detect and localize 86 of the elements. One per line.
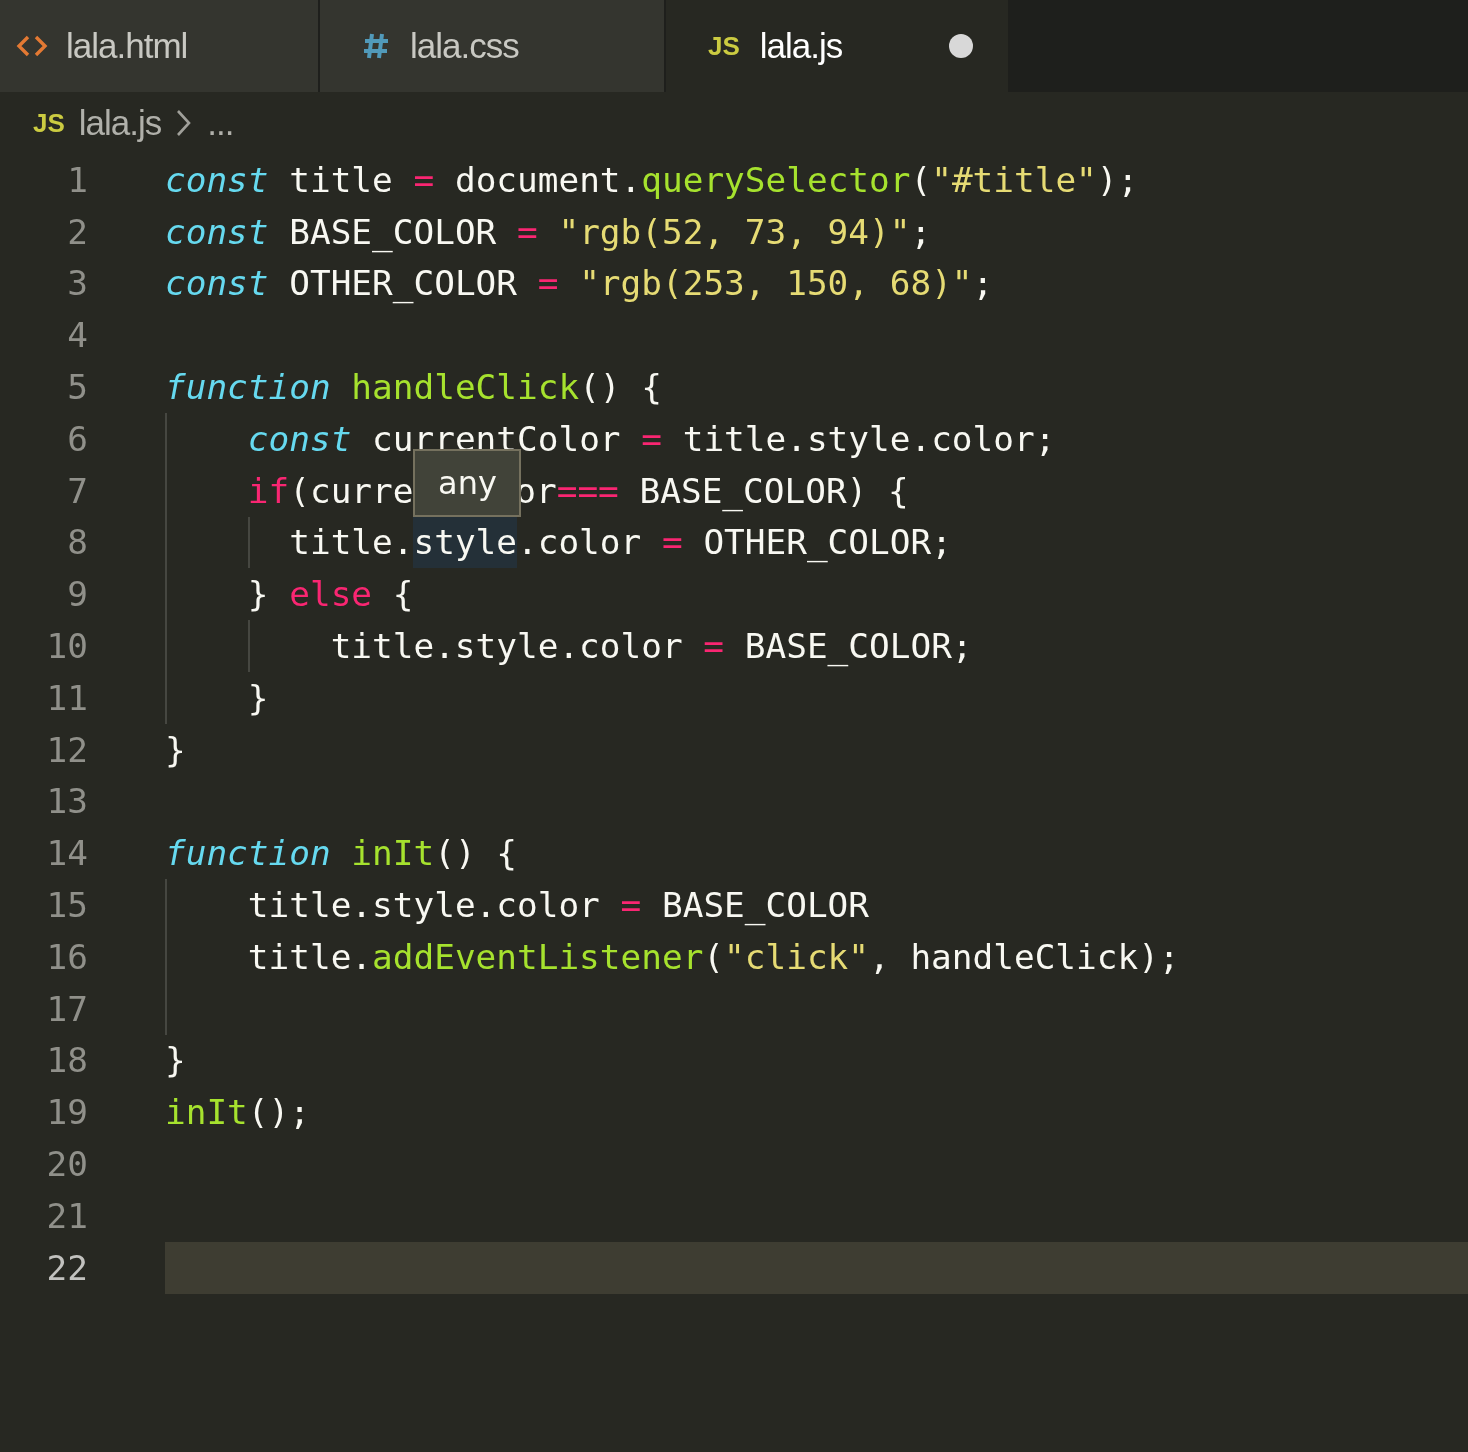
code-text: OTHER_COLOR;: [703, 522, 952, 563]
line-number: 19: [45, 1092, 88, 1133]
operator: =: [537, 263, 559, 304]
line-number: 15: [45, 885, 88, 926]
keyword: const: [165, 211, 269, 252]
breadcrumb-more[interactable]: ...: [207, 103, 234, 143]
string-literal: "rgb(52, 73, 94)": [558, 211, 911, 252]
function-name: addEventListener: [372, 936, 704, 977]
operator: ===: [556, 470, 619, 511]
operator: =: [517, 211, 538, 252]
code-text: ();: [247, 1092, 310, 1133]
function-name: querySelector: [641, 159, 911, 200]
string-literal: "#title": [931, 159, 1097, 200]
file-tab[interactable]: JS lala.js: [666, 0, 1008, 92]
line-number: 18: [45, 1040, 88, 1081]
code-text: title.style.color: [247, 885, 601, 926]
file-tab[interactable]: lala.html: [0, 0, 318, 92]
operator: =: [413, 159, 435, 200]
string-literal: "rgb(253, 150, 68)": [579, 263, 973, 304]
breadcrumb-file[interactable]: lala.js: [78, 103, 162, 143]
line-number: 4: [66, 315, 88, 356]
line-number: 6: [66, 418, 88, 459]
hash-icon: [362, 31, 390, 61]
code-text: ;: [910, 211, 932, 252]
code-text: );: [1096, 159, 1139, 200]
operator: else: [289, 574, 373, 615]
code-text: (curre: [289, 470, 414, 511]
function-name: inIt: [351, 833, 435, 874]
line-number: 5: [66, 367, 88, 408]
operator: =: [641, 418, 662, 459]
type-tooltip: any: [413, 448, 522, 517]
line-number: 13: [45, 781, 88, 822]
operator: =: [661, 522, 683, 563]
code-text: , handleClick);: [869, 936, 1180, 977]
operator: =: [620, 885, 642, 926]
code-text: title.: [247, 936, 373, 977]
line-number: 10: [45, 626, 88, 667]
highlighted-word: style: [413, 516, 517, 569]
code-text: title.style.color;: [682, 418, 1056, 459]
keyword: const: [165, 263, 269, 304]
line-number: 16: [45, 936, 88, 977]
code-text: }: [165, 1040, 186, 1081]
line-number: 1: [66, 159, 88, 200]
operator: =: [703, 626, 725, 667]
code-text: BASE_COLOR) {: [639, 470, 909, 511]
js-label: JS: [708, 30, 740, 62]
code-text: () {: [579, 367, 662, 408]
keyword: const: [165, 159, 269, 200]
line-number: 17: [45, 988, 88, 1029]
code-text: title.style.color: [330, 626, 684, 667]
code-text: () {: [434, 833, 517, 874]
function-name: inIt: [165, 1092, 248, 1133]
code-text: ;: [972, 263, 994, 304]
line-number: 3: [66, 263, 88, 304]
function-name: handleClick: [351, 367, 580, 408]
line-number: 20: [45, 1144, 88, 1185]
keyword: const: [247, 418, 352, 459]
string-literal: "click": [724, 936, 869, 977]
code-text: .color: [517, 522, 643, 563]
line-number: 21: [45, 1195, 88, 1236]
line-number: 9: [66, 574, 88, 615]
line-number: 14: [45, 833, 88, 874]
keyword: function: [165, 367, 331, 408]
keyword: function: [165, 833, 331, 874]
line-number: 7: [66, 470, 88, 511]
code-text: document.: [454, 159, 642, 200]
line-number: 2: [66, 211, 88, 252]
code-text: (: [910, 159, 932, 200]
code-text: title: [289, 159, 394, 200]
code-text: title.: [289, 522, 414, 563]
js-label: JS: [33, 107, 65, 139]
code-text: (: [703, 936, 725, 977]
code-text: }: [247, 574, 270, 615]
code-text: OTHER_COLOR: [289, 263, 518, 304]
code-text: }: [247, 677, 269, 718]
code-text: BASE_COLOR: [289, 211, 498, 252]
operator: if: [247, 470, 290, 511]
line-number: 22: [45, 1247, 88, 1288]
file-tab[interactable]: lala.css: [320, 0, 664, 92]
code-text: }: [165, 729, 186, 770]
line-number: 8: [66, 522, 88, 563]
code-text: BASE_COLOR;: [744, 626, 973, 667]
code-text: BASE_COLOR: [661, 885, 870, 926]
line-number: 12: [45, 729, 88, 770]
code-text: {: [392, 574, 414, 615]
line-number: 11: [45, 677, 88, 718]
